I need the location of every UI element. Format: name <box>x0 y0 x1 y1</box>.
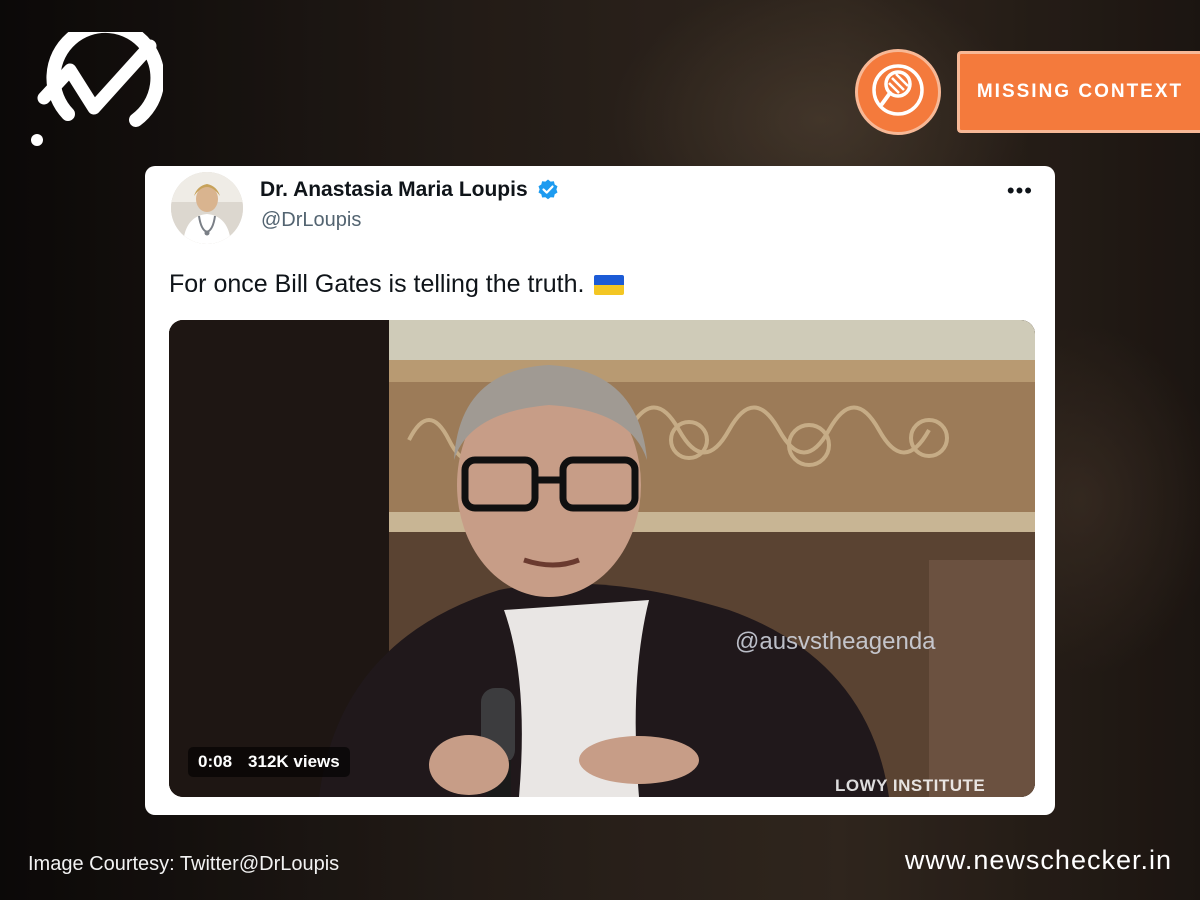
video-watermark: @ausvstheagenda <box>735 628 936 655</box>
more-options-icon[interactable]: ••• <box>1007 178 1033 204</box>
video-duration: 0:08 <box>198 752 233 771</box>
author-name-text: Dr. Anastasia Maria Loupis <box>260 178 528 201</box>
tweet-text: For once Bill Gates is telling the truth… <box>169 270 625 299</box>
verified-badge-icon <box>536 178 560 202</box>
video-stats: 0:08 312K views <box>188 747 350 777</box>
fact-check-badge <box>855 49 941 135</box>
newschecker-logo-icon <box>28 18 165 150</box>
tweet-card: Dr. Anastasia Maria Loupis @DrLoupis •••… <box>145 166 1055 815</box>
author-name[interactable]: Dr. Anastasia Maria Loupis <box>260 178 560 202</box>
tweet-text-content: For once Bill Gates is telling the truth… <box>169 270 585 298</box>
tweet-video[interactable]: @ausvstheagenda LOWY INSTITUTE 0:08 312K… <box>169 320 1035 797</box>
author-handle[interactable]: @DrLoupis <box>261 209 361 232</box>
ukraine-flag-icon <box>594 274 625 295</box>
video-frame <box>169 320 1035 797</box>
image-credit: Image Courtesy: Twitter@DrLoupis <box>28 853 340 875</box>
site-url[interactable]: www.newschecker.in <box>905 845 1172 876</box>
avatar[interactable] <box>171 172 243 244</box>
video-views: 312K views <box>248 752 340 771</box>
verdict-label: MISSING CONTEXT <box>957 51 1200 133</box>
fact-check-magnifier-icon <box>870 62 926 123</box>
video-caption: LOWY INSTITUTE <box>835 776 986 795</box>
